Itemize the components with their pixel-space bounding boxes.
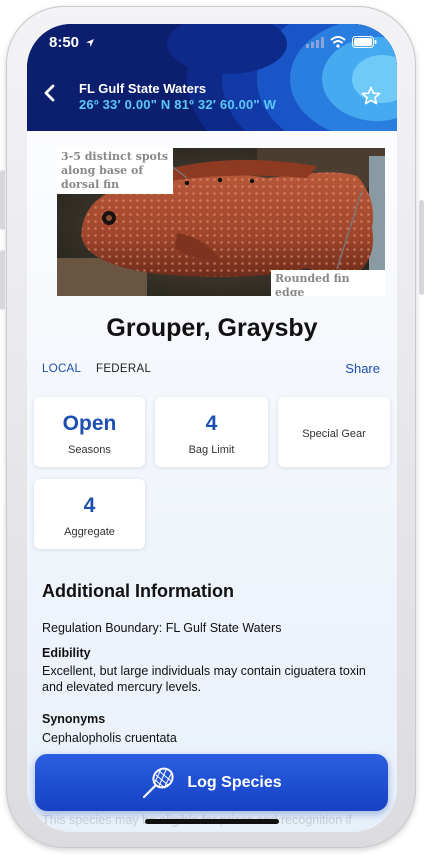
card-value: 4 bbox=[205, 412, 218, 435]
status-icons bbox=[306, 36, 377, 48]
log-species-label: Log Species bbox=[187, 773, 282, 791]
home-indicator[interactable] bbox=[145, 819, 279, 824]
card-label: Bag Limit bbox=[188, 444, 235, 456]
status-time: 8:50 bbox=[49, 34, 80, 51]
cellular-signal-icon bbox=[306, 36, 324, 48]
card-label: Seasons bbox=[68, 444, 111, 456]
regulation-boundary: Regulation Boundary: FL Gulf State Water… bbox=[42, 621, 282, 635]
back-arrow-icon[interactable] bbox=[43, 84, 57, 102]
fishing-net-icon bbox=[143, 767, 174, 798]
tab-federal[interactable]: FEDERAL bbox=[96, 363, 151, 375]
edibility-text: Excellent, but large individuals may con… bbox=[42, 664, 366, 694]
favorite-star-icon[interactable] bbox=[361, 86, 381, 106]
card-value: 4 bbox=[83, 494, 96, 517]
edibility-label: Edibility bbox=[42, 646, 91, 660]
synonyms-label: Synonyms bbox=[42, 712, 106, 726]
card-special-gear[interactable]: Special Gear bbox=[278, 397, 390, 467]
callout-fin-edge: Rounded fin edge bbox=[271, 270, 385, 296]
tab-local[interactable]: LOCAL bbox=[42, 363, 81, 375]
power-button bbox=[419, 200, 424, 295]
species-name: Grouper, Graysby bbox=[106, 314, 318, 342]
log-species-button[interactable]: Log Species bbox=[35, 754, 388, 811]
battery-icon bbox=[352, 36, 377, 48]
location-arrow-icon bbox=[86, 39, 94, 47]
card-aggregate[interactable]: 4 Aggregate bbox=[34, 479, 145, 549]
location-title: FL Gulf State Waters bbox=[79, 81, 207, 96]
share-button[interactable]: Share bbox=[345, 361, 380, 376]
synonyms-text: Cephalopholis cruentata bbox=[42, 731, 177, 745]
card-label: Aggregate bbox=[64, 526, 115, 538]
volume-button bbox=[0, 250, 5, 310]
additional-info-title: Additional Information bbox=[42, 581, 234, 601]
volume-button bbox=[0, 170, 5, 230]
header-banner: 8:50 FL Gulf State Waters 26º 33′ 0.00" … bbox=[27, 24, 397, 131]
location-coordinates: 26º 33′ 0.00" N 81º 32′ 60.00" W bbox=[79, 97, 277, 112]
species-photo: 3-5 distinct spots along base of dorsal … bbox=[57, 148, 385, 296]
card-seasons[interactable]: Open Seasons bbox=[34, 397, 145, 467]
callout-dorsal-spots: 3-5 distinct spots along base of dorsal … bbox=[57, 148, 173, 194]
app-screen: 8:50 FL Gulf State Waters 26º 33′ 0.00" … bbox=[27, 24, 397, 832]
card-value: Open bbox=[62, 412, 117, 435]
wifi-icon bbox=[330, 36, 346, 48]
card-label: Special Gear bbox=[302, 428, 366, 440]
card-bag-limit[interactable]: 4 Bag Limit bbox=[155, 397, 268, 467]
